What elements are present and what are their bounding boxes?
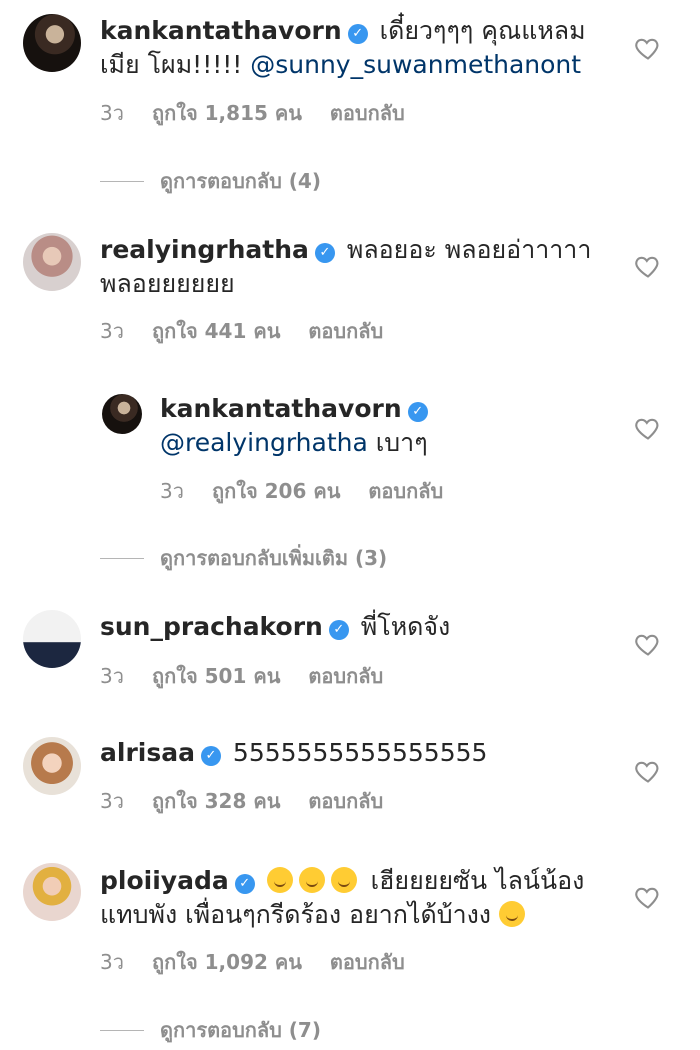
avatar[interactable]	[102, 394, 142, 434]
view-replies-label: ดูการตอบกลับ (4)	[160, 169, 321, 193]
verified-badge-icon: ✓	[407, 402, 428, 422]
view-replies-label: ดูการตอบกลับเพิ่มเติม (3)	[160, 546, 388, 570]
comment-text: เบาๆ	[375, 428, 428, 457]
divider	[100, 180, 144, 182]
comment-meta: 3ว ถูกใจ 206 คน ตอบกลับ	[160, 475, 471, 507]
like-count[interactable]: ถูกใจ 1,092 คน	[152, 950, 302, 974]
avatar[interactable]	[23, 863, 81, 921]
heart-outline-icon[interactable]	[634, 34, 662, 62]
verified-badge-icon: ✓	[200, 746, 221, 766]
like-count[interactable]: ถูกใจ 1,815 คน	[152, 101, 302, 125]
comment-meta: 3ว ถูกใจ 501 คน ตอบกลับ	[100, 660, 411, 692]
comment-body: ploiiyada ✓ เฮียยยยซัน ไลน์น้อง แทบพัง เพ…	[100, 864, 620, 932]
mention-link[interactable]: @sunny_suwanmethanont	[250, 50, 581, 79]
heart-outline-icon[interactable]	[634, 414, 662, 442]
divider	[100, 557, 144, 559]
mention-link[interactable]: @realyingrhatha	[160, 428, 368, 457]
heart-outline-icon[interactable]	[634, 757, 662, 785]
comment-meta: 3ว ถูกใจ 328 คน ตอบกลับ	[100, 785, 411, 817]
view-replies-button[interactable]: ดูการตอบกลับ (7)	[100, 1014, 321, 1046]
verified-badge-icon: ✓	[314, 243, 335, 263]
comment-text: 5555555555555555	[232, 738, 488, 767]
comment-body: realyingrhatha ✓ พลอยอะ พลอยอ่าาาาา พลอยย…	[100, 233, 610, 301]
comment-text: เฮียยยยซัน ไลน์น้อง	[370, 866, 585, 895]
heart-outline-icon[interactable]	[634, 883, 662, 911]
tears-of-joy-emoji-icon	[498, 901, 525, 927]
verified-badge-icon: ✓	[234, 874, 255, 894]
timestamp: 3ว	[160, 479, 184, 503]
view-replies-label: ดูการตอบกลับ (7)	[160, 1018, 321, 1042]
username[interactable]: ploiiyada	[100, 866, 229, 895]
username[interactable]: kankantathavorn	[100, 16, 342, 45]
reply-button[interactable]: ตอบกลับ	[330, 101, 405, 125]
comment-body: kankantathavorn ✓ เดี๋ยวๆๆๆ คุณแหลมเมีย โ…	[100, 14, 610, 82]
like-count[interactable]: ถูกใจ 441 คน	[152, 319, 280, 343]
comment-body: sun_prachakorn ✓ พี่โหดจัง	[100, 610, 610, 644]
heart-outline-icon[interactable]	[634, 630, 662, 658]
reply-button[interactable]: ตอบกลับ	[308, 319, 383, 343]
comment-body: alrisaa ✓ 5555555555555555	[100, 736, 610, 770]
avatar[interactable]	[23, 610, 81, 668]
reply-button[interactable]: ตอบกลับ	[368, 479, 443, 503]
timestamp: 3ว	[100, 319, 124, 343]
reply-button[interactable]: ตอบกลับ	[308, 789, 383, 813]
comment-text: แทบพัง เพื่อนๆกรีดร้อง อยากได้บ้างง	[100, 900, 492, 929]
verified-badge-icon: ✓	[347, 24, 368, 44]
username[interactable]: realyingrhatha	[100, 235, 309, 264]
username[interactable]: kankantathavorn	[160, 394, 402, 423]
avatar[interactable]	[23, 737, 81, 795]
like-count[interactable]: ถูกใจ 328 คน	[152, 789, 280, 813]
shushing-face-emoji-icon	[298, 867, 325, 893]
username[interactable]: alrisaa	[100, 738, 195, 767]
reply-button[interactable]: ตอบกลับ	[330, 950, 405, 974]
shushing-face-emoji-icon	[330, 867, 357, 893]
avatar[interactable]	[23, 14, 81, 72]
timestamp: 3ว	[100, 664, 124, 688]
comment-meta: 3ว ถูกใจ 441 คน ตอบกลับ	[100, 315, 411, 347]
timestamp: 3ว	[100, 789, 124, 813]
avatar[interactable]	[23, 233, 81, 291]
view-replies-button[interactable]: ดูการตอบกลับ (4)	[100, 165, 321, 197]
timestamp: 3ว	[100, 101, 124, 125]
heart-outline-icon[interactable]	[634, 252, 662, 280]
timestamp: 3ว	[100, 950, 124, 974]
shushing-face-emoji-icon	[266, 867, 293, 893]
divider	[100, 1029, 144, 1031]
like-count[interactable]: ถูกใจ 501 คน	[152, 664, 280, 688]
view-replies-button[interactable]: ดูการตอบกลับเพิ่มเติม (3)	[100, 542, 387, 574]
reply-button[interactable]: ตอบกลับ	[308, 664, 383, 688]
like-count[interactable]: ถูกใจ 206 คน	[212, 479, 340, 503]
comment-text: พี่โหดจัง	[360, 612, 451, 641]
comment-meta: 3ว ถูกใจ 1,815 คน ตอบกลับ	[100, 97, 433, 129]
reply-body: kankantathavorn ✓ @realyingrhatha เบาๆ	[160, 392, 600, 460]
username[interactable]: sun_prachakorn	[100, 612, 323, 641]
verified-badge-icon: ✓	[328, 620, 349, 640]
comment-meta: 3ว ถูกใจ 1,092 คน ตอบกลับ	[100, 946, 433, 978]
